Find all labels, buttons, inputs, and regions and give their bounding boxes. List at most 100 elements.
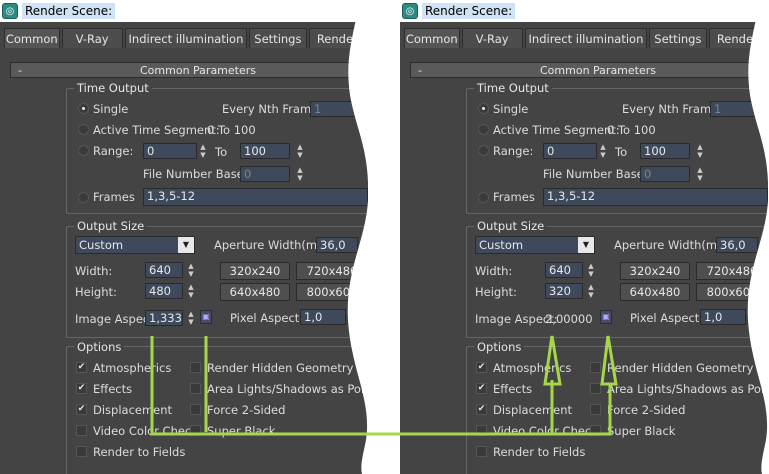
force-2-sided-label: Force 2-Sided <box>207 403 286 417</box>
video-color-check-label: Video Color Check <box>93 424 198 438</box>
range-radio[interactable] <box>78 145 89 156</box>
render-scene-panel-right: ◎ Render Scene: Common V-Ray Indirect il… <box>400 0 768 474</box>
common-parameters-rollout[interactable]: - Common Parameters <box>10 62 368 78</box>
tab-common[interactable]: Common <box>404 28 460 48</box>
height-input[interactable]: 320 <box>545 283 583 299</box>
lock-icon[interactable]: ▣ <box>200 310 212 324</box>
file-number-base-spinner[interactable]: ▲ ▼ <box>696 166 704 182</box>
every-nth-frame-input[interactable]: 1 <box>310 101 368 117</box>
common-parameters-rollout[interactable]: - Common Parameters <box>410 62 768 78</box>
area-lights-checkbox[interactable] <box>190 383 201 394</box>
frames-radio[interactable] <box>478 192 489 203</box>
lock-icon[interactable]: ▣ <box>600 310 612 324</box>
preset-320x240-button[interactable]: 320x240 <box>220 262 290 280</box>
render-to-fields-checkbox[interactable] <box>76 446 87 457</box>
preset-720x486-button[interactable]: 720x486 <box>296 262 368 280</box>
range-start-spinner[interactable]: ▲ ▼ <box>199 143 207 159</box>
active-time-segment-radio[interactable] <box>478 124 489 135</box>
render-to-fields-checkbox[interactable] <box>476 446 487 457</box>
height-input[interactable]: 480 <box>145 283 183 299</box>
render-hidden-geometry-label: Render Hidden Geometry <box>607 361 754 375</box>
single-radio[interactable] <box>78 103 89 114</box>
preset-800x600-button[interactable]: 800x600 <box>296 283 368 301</box>
tab-bar: Common V-Ray Indirect illumination Setti… <box>404 28 768 48</box>
range-end-input[interactable]: 100 <box>240 143 290 159</box>
effects-label: Effects <box>493 382 533 396</box>
preset-640x480-button[interactable]: 640x480 <box>620 283 690 301</box>
displacement-label: Displacement <box>93 403 173 417</box>
range-radio[interactable] <box>478 145 489 156</box>
effects-checkbox[interactable]: ✔ <box>76 383 87 394</box>
height-spinner[interactable]: ▲ ▼ <box>587 283 595 299</box>
file-number-base-spinner[interactable]: ▲ ▼ <box>296 166 304 182</box>
active-time-segment-value: 0 To 100 <box>607 123 656 137</box>
frames-label: Frames <box>93 190 135 204</box>
aperture-width-input[interactable]: 36,0 <box>316 237 358 253</box>
tab-indirect-illumination[interactable]: Indirect illumination <box>524 28 648 48</box>
super-black-checkbox[interactable] <box>190 425 201 436</box>
width-input[interactable]: 640 <box>545 262 583 278</box>
render-hidden-geometry-checkbox[interactable] <box>590 362 601 373</box>
width-spinner[interactable]: ▲ ▼ <box>187 262 195 278</box>
range-end-spinner[interactable]: ▲ ▼ <box>296 143 304 159</box>
active-time-segment-radio[interactable] <box>78 124 89 135</box>
collapse-toggle[interactable]: - <box>11 64 29 77</box>
frames-input[interactable]: 1,3,5-12 <box>543 188 768 206</box>
rollout-title: Common Parameters <box>140 63 256 77</box>
image-aspect-spinner[interactable]: ▲ ▼ <box>187 310 195 326</box>
tab-settings[interactable]: Settings <box>249 28 307 48</box>
height-spinner[interactable]: ▲ ▼ <box>187 283 195 299</box>
video-color-check-checkbox[interactable] <box>76 425 87 436</box>
pixel-aspect-input[interactable]: 1,0 <box>700 309 746 325</box>
preset-640x480-button[interactable]: 640x480 <box>220 283 290 301</box>
output-size-legend: Output Size <box>74 219 148 233</box>
range-end-input[interactable]: 100 <box>640 143 690 159</box>
pixel-aspect-input[interactable]: 1,0 <box>300 309 346 325</box>
render-hidden-geometry-checkbox[interactable] <box>190 362 201 373</box>
every-nth-frame-input[interactable]: 1 <box>710 101 768 117</box>
window-title: Render Scene: <box>422 3 516 19</box>
frames-radio[interactable] <box>78 192 89 203</box>
aperture-width-spinner[interactable]: ▲ ▼ <box>359 237 367 253</box>
atmospherics-checkbox[interactable]: ✔ <box>476 362 487 373</box>
every-nth-frame-label: Every Nth Frame: <box>622 102 723 116</box>
area-lights-checkbox[interactable] <box>590 383 601 394</box>
range-label: Range: <box>93 144 134 158</box>
width-spinner[interactable]: ▲ ▼ <box>587 262 595 278</box>
effects-checkbox[interactable]: ✔ <box>476 383 487 394</box>
collapse-toggle[interactable]: - <box>411 64 429 77</box>
aperture-width-spinner[interactable]: ▲ ▼ <box>759 237 767 253</box>
aperture-width-input[interactable]: 36,0 <box>716 237 758 253</box>
range-start-input[interactable]: 0 <box>143 143 197 159</box>
tab-indirect-illumination[interactable]: Indirect illumination <box>124 28 248 48</box>
preset-800x600-button[interactable]: 800x600 <box>696 283 768 301</box>
range-start-spinner[interactable]: ▲ ▼ <box>599 143 607 159</box>
force-2-sided-checkbox[interactable] <box>590 404 601 415</box>
tab-render[interactable]: Render <box>308 28 367 48</box>
tab-render[interactable]: Render <box>708 28 767 48</box>
file-number-base-input[interactable]: 0 <box>640 166 690 182</box>
width-input[interactable]: 640 <box>145 262 183 278</box>
preset-320x240-button[interactable]: 320x240 <box>620 262 690 280</box>
super-black-checkbox[interactable] <box>590 425 601 436</box>
tab-common[interactable]: Common <box>4 28 60 48</box>
render-scene-panel-left: ◎ Render Scene: Common V-Ray Indirect il… <box>0 0 368 474</box>
tab-vray[interactable]: V-Ray <box>61 28 123 48</box>
tab-vray[interactable]: V-Ray <box>461 28 523 48</box>
range-start-input[interactable]: 0 <box>543 143 597 159</box>
force-2-sided-checkbox[interactable] <box>190 404 201 415</box>
output-size-preset-dropdown[interactable]: Custom ▼ <box>475 236 595 254</box>
single-radio[interactable] <box>478 103 489 114</box>
file-number-base-input[interactable]: 0 <box>240 166 290 182</box>
displacement-checkbox[interactable]: ✔ <box>476 404 487 415</box>
image-aspect-input[interactable]: 1,333 <box>145 310 183 326</box>
video-color-check-checkbox[interactable] <box>476 425 487 436</box>
atmospherics-checkbox[interactable]: ✔ <box>76 362 87 373</box>
displacement-checkbox[interactable]: ✔ <box>76 404 87 415</box>
range-end-spinner[interactable]: ▲ ▼ <box>696 143 704 159</box>
frames-input[interactable]: 1,3,5-12 <box>143 188 368 206</box>
output-size-legend: Output Size <box>474 219 548 233</box>
output-size-preset-dropdown[interactable]: Custom ▼ <box>75 236 195 254</box>
preset-720x486-button[interactable]: 720x486 <box>696 262 768 280</box>
tab-settings[interactable]: Settings <box>649 28 707 48</box>
